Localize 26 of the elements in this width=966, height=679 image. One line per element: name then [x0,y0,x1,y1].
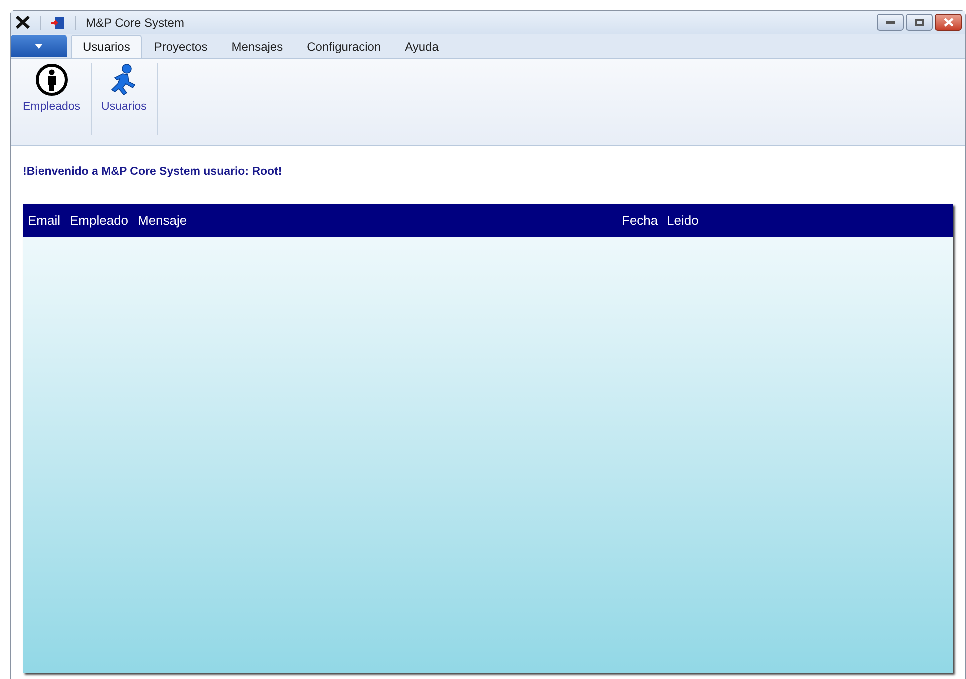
ribbon-tab[interactable]: Proyectos [142,35,220,58]
close-button[interactable] [935,14,962,31]
column-header: Empleado [70,212,130,230]
caret-icon [35,44,43,48]
window-title: M&P Core System [86,14,184,32]
column-header: Fecha [622,212,660,230]
ribbon-button[interactable]: Empleados [13,63,91,135]
maximize-button[interactable] [906,14,933,31]
welcome-message: !Bienvenido a M&P Core System usuario: Root! [23,165,284,180]
application-menu-button[interactable] [11,35,67,57]
column-header: Email [28,212,62,230]
minimize-icon [886,21,895,24]
ribbon-tab[interactable]: Ayuda [393,35,451,58]
running-figure-icon [110,64,138,96]
close-icon [944,18,954,27]
ribbon-tab[interactable]: Usuarios [71,35,142,58]
minimize-button[interactable] [877,14,904,31]
ribbon-tab[interactable]: Mensajes [220,35,296,58]
exit-door-icon[interactable] [51,16,65,30]
column-header: Leido [667,212,700,230]
maximize-icon [915,19,924,26]
person-info-icon [34,63,69,97]
ribbon-tab[interactable]: Configuracion [295,35,394,58]
ribbon-button[interactable]: Usuarios [92,63,157,135]
column-header: Mensaje [138,212,188,230]
tools-icon[interactable] [16,16,30,29]
